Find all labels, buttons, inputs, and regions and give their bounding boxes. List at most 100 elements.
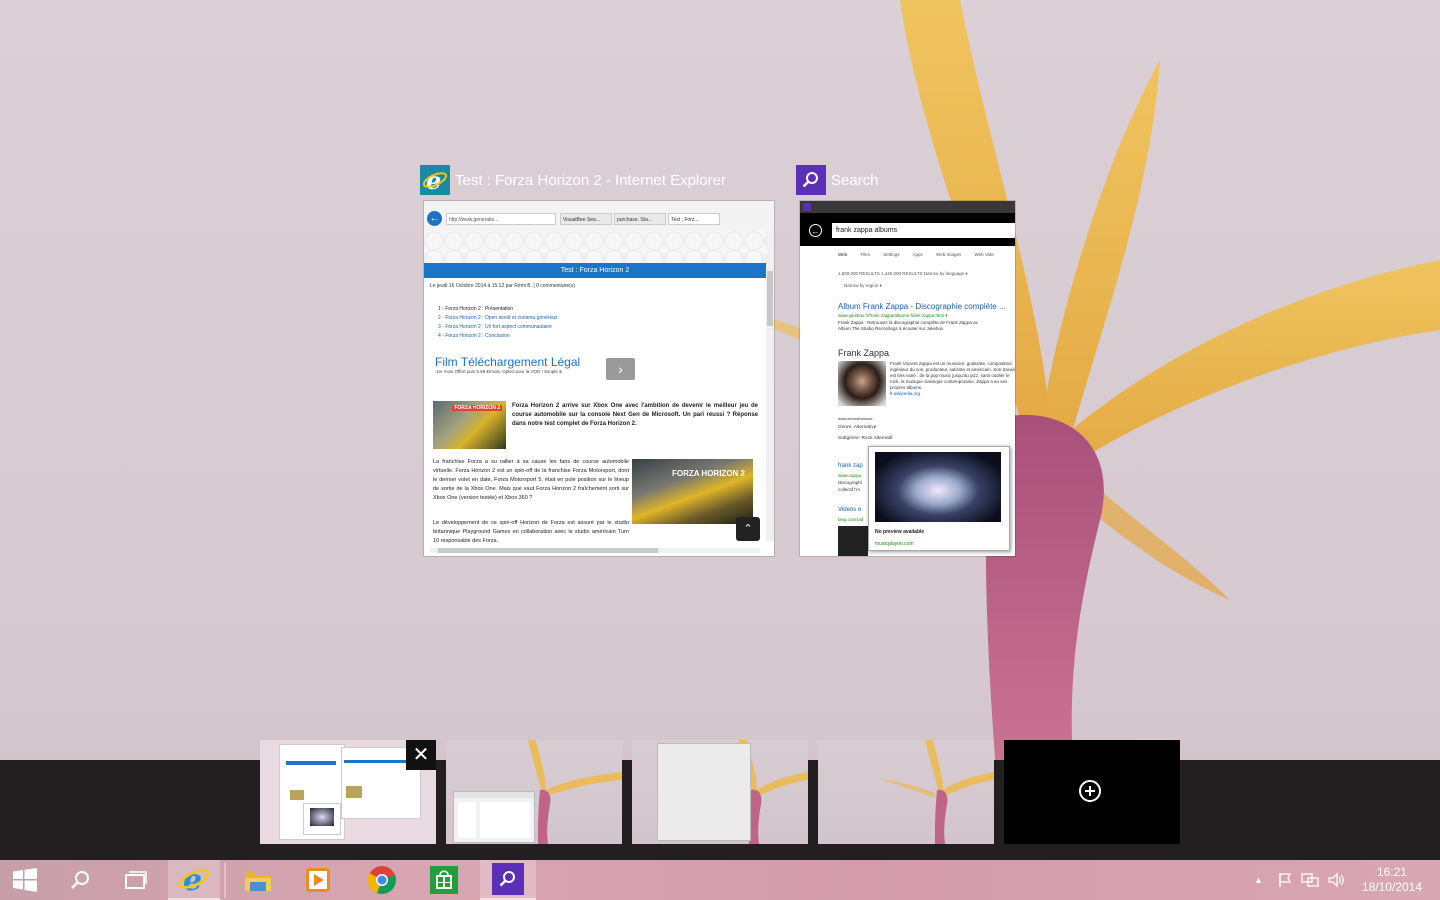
mini-window-explorer: [454, 792, 534, 842]
result-url: www.jukebox.fr/frank-zappa/albums-frank-…: [838, 313, 948, 318]
filter-tab: Web Images: [936, 252, 962, 257]
clock-date: 18/10/2014: [1361, 880, 1422, 894]
artist-subgenre: Subgenre: Rock Alternatif: [838, 436, 893, 441]
narrow-region: Narrow by region ▾: [844, 283, 882, 288]
task-view-icon: [125, 871, 147, 889]
desktop-thumbnail-3[interactable]: [632, 740, 808, 844]
media-player-icon: [306, 868, 330, 892]
network-icon[interactable]: [1301, 872, 1319, 888]
car-image: FORZA HORIZON 2: [433, 401, 506, 449]
preview-source: musicplayon.com: [875, 541, 914, 547]
filter-tab: Apps: [912, 252, 923, 257]
chevron-up-icon: ⌃: [736, 517, 760, 541]
artist-description: Frank Vincent Zappa est un musicien, gui…: [890, 361, 1015, 397]
filter-tab: Web Vide: [974, 252, 994, 257]
volume-icon[interactable]: [1327, 872, 1345, 888]
desktop-thumbnail-4[interactable]: [818, 740, 994, 844]
result-snippet: frank zap: [838, 463, 863, 469]
preview-image: [875, 452, 1001, 522]
artist-link: fr.wikipedia.org: [890, 391, 921, 396]
store-icon: [430, 866, 458, 894]
back-icon: ←: [427, 211, 442, 226]
article-paragraph: La franchise Forza a su rallier à sa cau…: [433, 459, 629, 501]
result-desc-line: Album The Studio Recordings à écouter su…: [838, 326, 944, 331]
taskbar: e ▲ 16:21 18/10/2014: [0, 860, 1440, 900]
folder-icon: [245, 872, 271, 891]
internet-explorer-icon: e: [420, 165, 450, 195]
search-app-icon: [796, 165, 826, 195]
taskbar-store[interactable]: [420, 860, 468, 900]
result-snippet: Videos o: [838, 507, 862, 513]
search-app-icon: [492, 863, 524, 895]
table-of-contents: 1 - Forza Horizon 2 : Présentation 2 - F…: [438, 305, 558, 341]
plus-icon: [1079, 780, 1101, 802]
artist-desc-text: Frank Vincent Zappa est un musicien, gui…: [890, 361, 1015, 390]
search-titlebar: [800, 201, 1015, 213]
article-intro: Forza Horizon 2 arrive sur Xbox One avec…: [512, 403, 758, 427]
chrome-icon: [367, 866, 396, 894]
artist-meta: www.kenoshanews... Genre: Alternative Su…: [838, 416, 892, 444]
taskbar-file-explorer[interactable]: [232, 860, 284, 900]
browser-tab: Test : Forz...: [668, 213, 720, 225]
back-icon: ←: [809, 224, 822, 237]
result-snippet: bing.com/vid: [838, 517, 864, 522]
result-title: Album Frank Zappa - Discographie complèt…: [838, 302, 1006, 311]
filter-tab: Settings: [883, 252, 900, 257]
filter-tab: Web: [838, 252, 848, 257]
article-meta: Le jeudi 16 Octobre 2014 à 15:12 par Rém…: [430, 283, 575, 289]
search-small-icon: [803, 203, 811, 211]
taskbar-search-app[interactable]: [480, 860, 536, 900]
address-bar: http://www.generatio...: [446, 213, 556, 225]
close-desktop-button[interactable]: ✕: [406, 740, 436, 770]
toc-item: 4 - Forza Horizon 2 : Conclusion: [438, 333, 510, 339]
result-count: 1,500,000 RESULTS 1,440,000 RESULTS Narr…: [838, 271, 968, 276]
svg-text:e: e: [183, 863, 202, 895]
result-snippet: www.zappa.: [838, 473, 863, 478]
show-hidden-icons-button[interactable]: ▲: [1254, 875, 1263, 885]
search-button[interactable]: [56, 860, 104, 900]
taskbar-media-player[interactable]: [292, 860, 344, 900]
ad-subtitle: 1er mois Offert puis 9.99 €/mois. Optez …: [436, 369, 562, 374]
taskbar-divider: [224, 862, 226, 898]
artist-photo: [838, 361, 886, 406]
chevron-right-icon: ›: [606, 358, 635, 380]
vertical-scrollbar: [766, 231, 774, 541]
filter-tab: Files: [860, 252, 870, 257]
car-image-large: FORZA HORIZON 2: [632, 459, 753, 524]
system-tray: ▲: [1254, 860, 1345, 900]
svg-text:e: e: [426, 167, 441, 193]
add-desktop-button[interactable]: [1004, 740, 1180, 844]
task-view-button[interactable]: [112, 860, 160, 900]
taskbar-chrome[interactable]: [356, 860, 408, 900]
search-header: ← frank zappa albums: [800, 213, 1015, 246]
mini-window-search: [304, 804, 340, 834]
browser-tab: VisualBee Sea...: [560, 213, 612, 225]
magnifier-icon: [71, 871, 89, 889]
toc-item: 1 - Forza Horizon 2 : Présentation: [438, 306, 514, 312]
article-paragraph: Le développement de ce spin-off Horizon …: [433, 520, 629, 544]
ie-window-thumbnail[interactable]: ← http://www.generatio... VisualBee Sea.…: [424, 201, 774, 556]
desktop-thumbnail-2[interactable]: [446, 740, 622, 844]
windows-logo-icon: [13, 868, 37, 892]
taskbar-internet-explorer[interactable]: e: [168, 860, 220, 900]
mini-wallpaper: [878, 740, 994, 844]
video-thumbnail: [838, 526, 868, 556]
search-query-field: frank zappa albums: [832, 223, 1015, 238]
start-button[interactable]: [0, 860, 50, 900]
action-center-flag-icon[interactable]: [1277, 872, 1293, 888]
taskbar-clock[interactable]: 16:21 18/10/2014: [1362, 865, 1422, 895]
search-window-title[interactable]: Search: [796, 164, 879, 196]
search-filter-tabs: Web Files Settings Apps Web Images Web V…: [838, 252, 1006, 257]
result-snippet: collectif l'm: [838, 487, 860, 492]
horizontal-scrollbar: [430, 548, 760, 553]
result-description: Frank Zappa : Retrouvez la discographie …: [838, 320, 978, 332]
clock-time: 16:21: [1376, 865, 1407, 879]
mini-window-blank: [658, 744, 750, 840]
ie-window-title[interactable]: e Test : Forza Horizon 2 - Internet Expl…: [420, 164, 726, 196]
preview-popup: No preview available musicplayon.com: [868, 446, 1010, 551]
ie-browser-chrome: ← http://www.generatio... VisualBee Sea.…: [424, 201, 774, 232]
car-logo: FORZA HORIZON 2: [671, 469, 745, 478]
search-window-thumbnail[interactable]: ← frank zappa albums Web Files Settings …: [800, 201, 1015, 556]
toc-item: 3 - Forza Horizon 2 : Un fort aspect com…: [438, 324, 552, 330]
toc-item: 2 - Forza Horizon 2 : Open world et cont…: [438, 315, 558, 321]
